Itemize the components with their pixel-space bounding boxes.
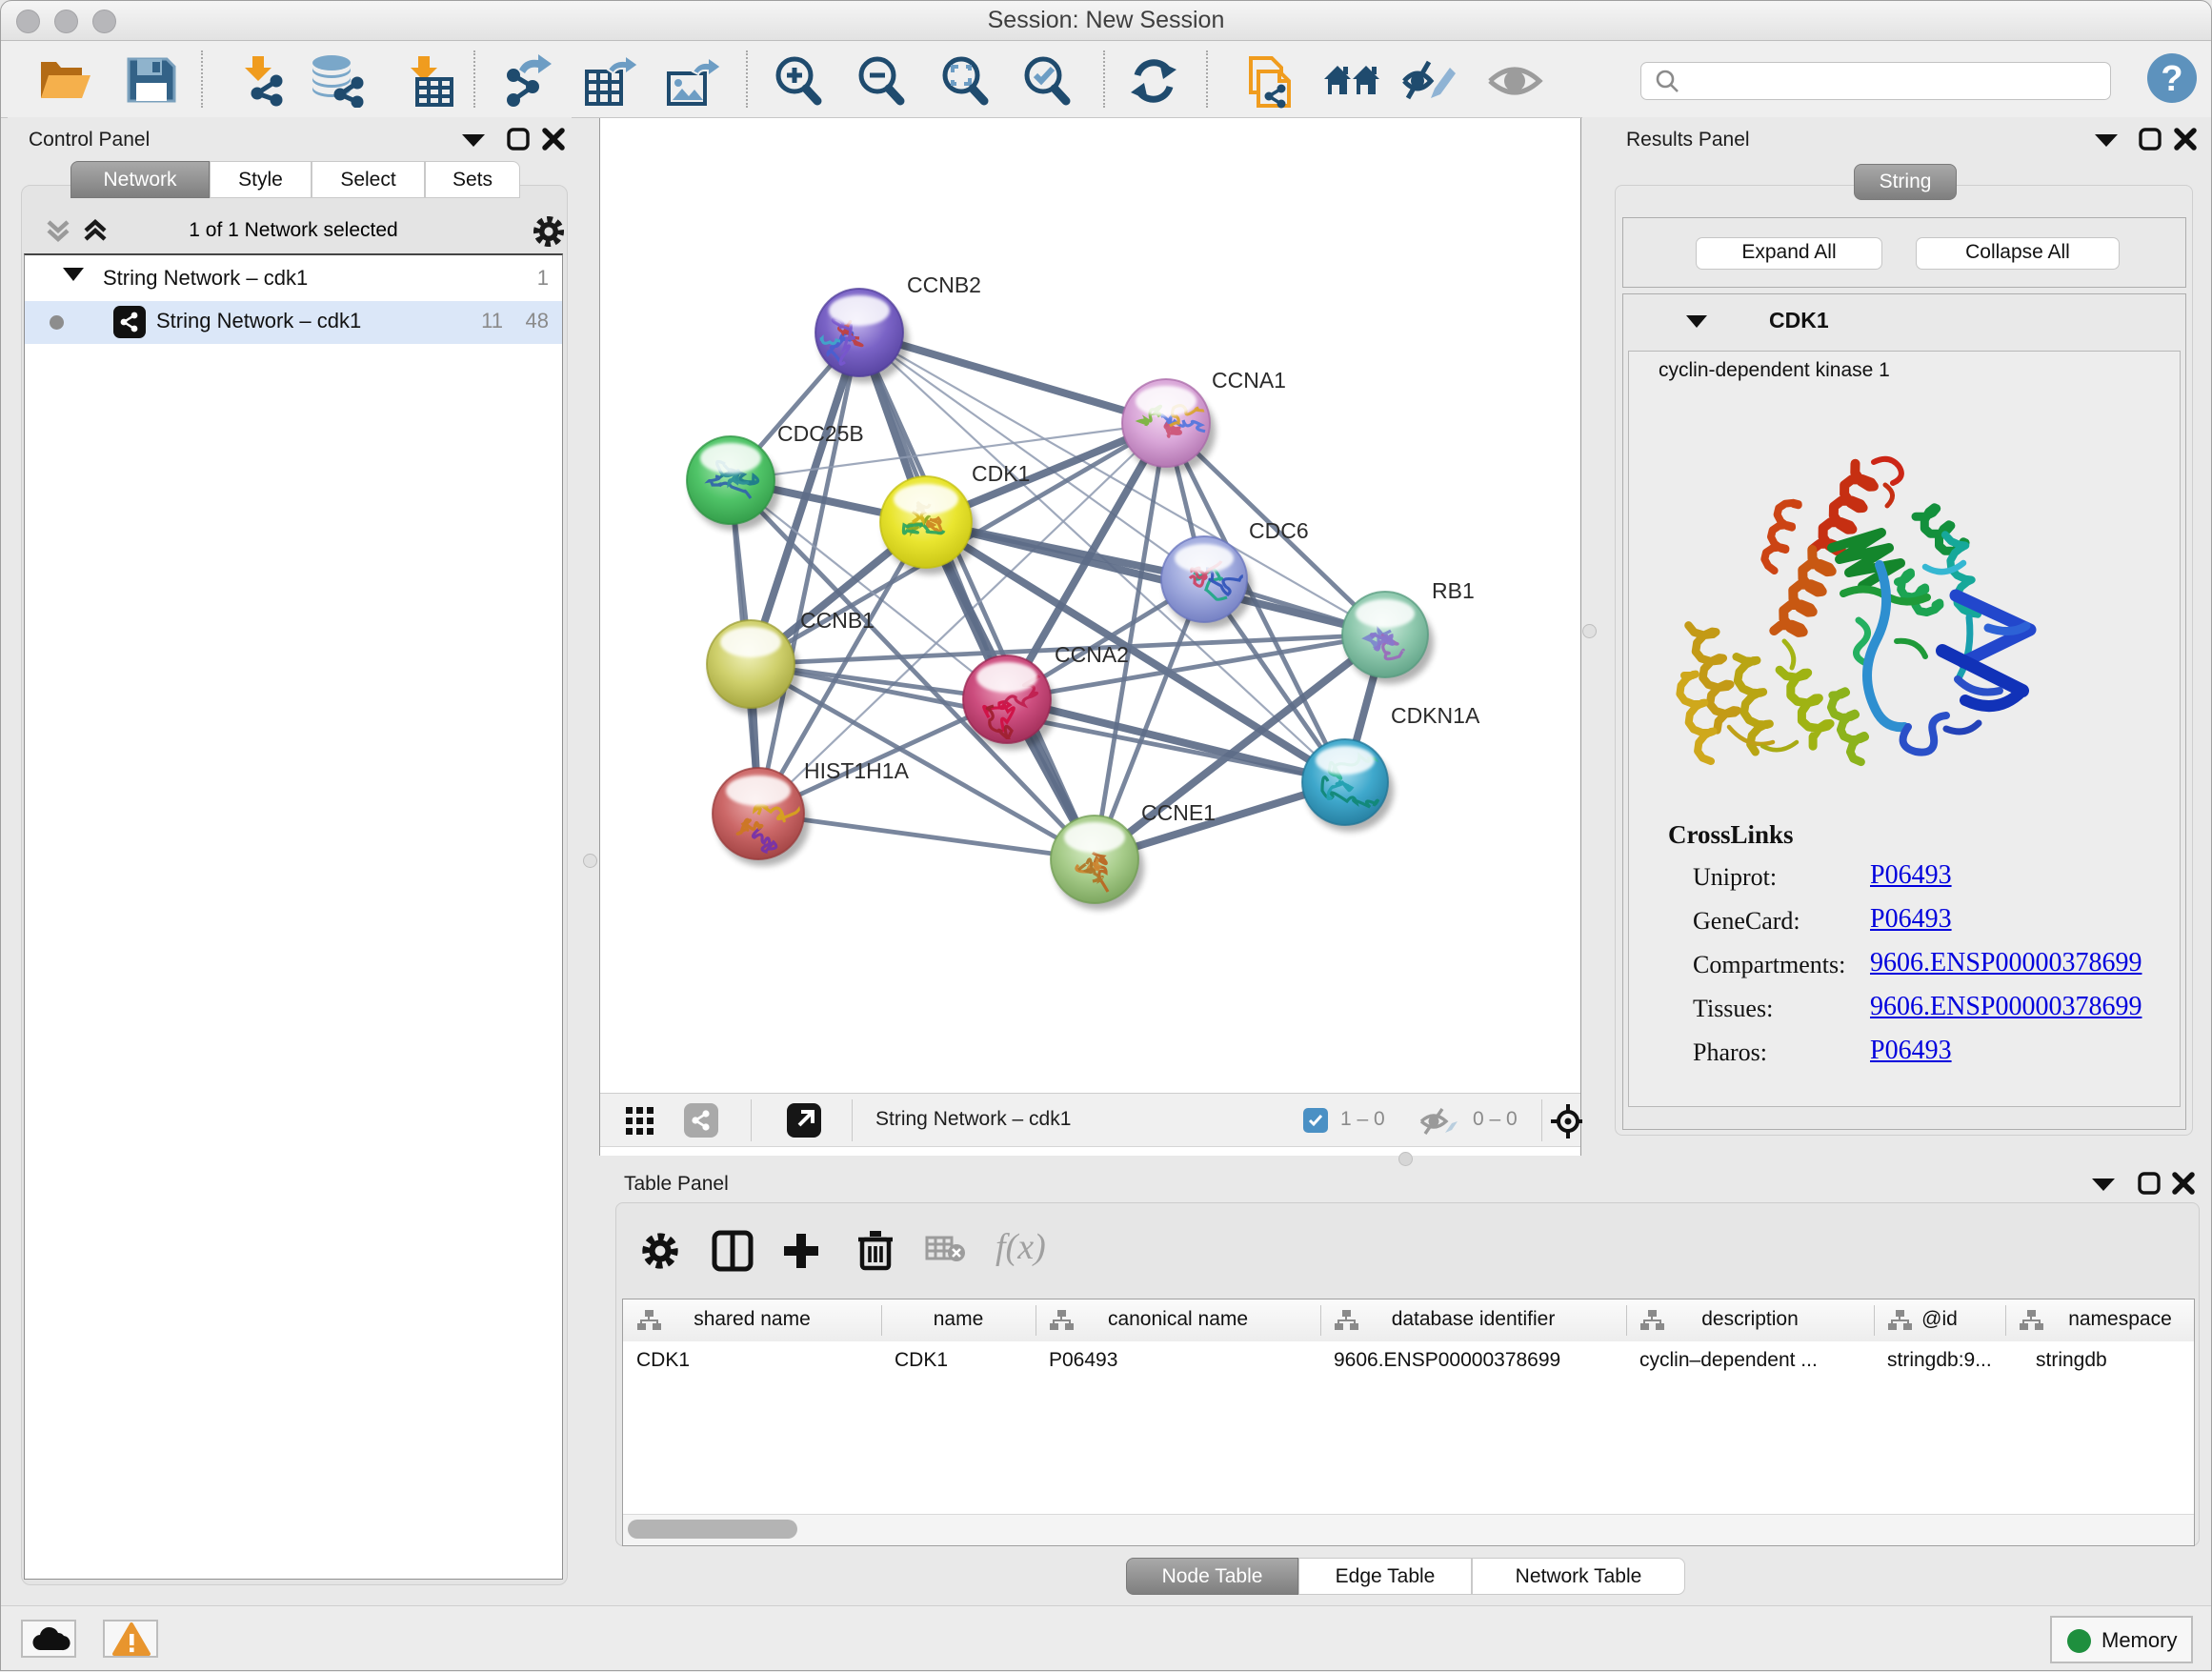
svg-text:CCNB1: CCNB1 xyxy=(800,608,875,633)
svg-text:CDC6: CDC6 xyxy=(1249,518,1309,543)
svg-text:CCNA2: CCNA2 xyxy=(1055,642,1129,667)
svg-text:CDC25B: CDC25B xyxy=(777,421,864,446)
svg-text:CCNA1: CCNA1 xyxy=(1212,368,1286,393)
svg-text:CCNB2: CCNB2 xyxy=(907,272,981,297)
svg-text:?: ? xyxy=(2161,59,2182,99)
svg-text:HIST1H1A: HIST1H1A xyxy=(804,758,910,783)
svg-text:RB1: RB1 xyxy=(1432,578,1475,603)
svg-text:CDK1: CDK1 xyxy=(972,461,1030,486)
svg-text:CDKN1A: CDKN1A xyxy=(1391,703,1480,728)
svg-text:CCNE1: CCNE1 xyxy=(1141,800,1216,825)
